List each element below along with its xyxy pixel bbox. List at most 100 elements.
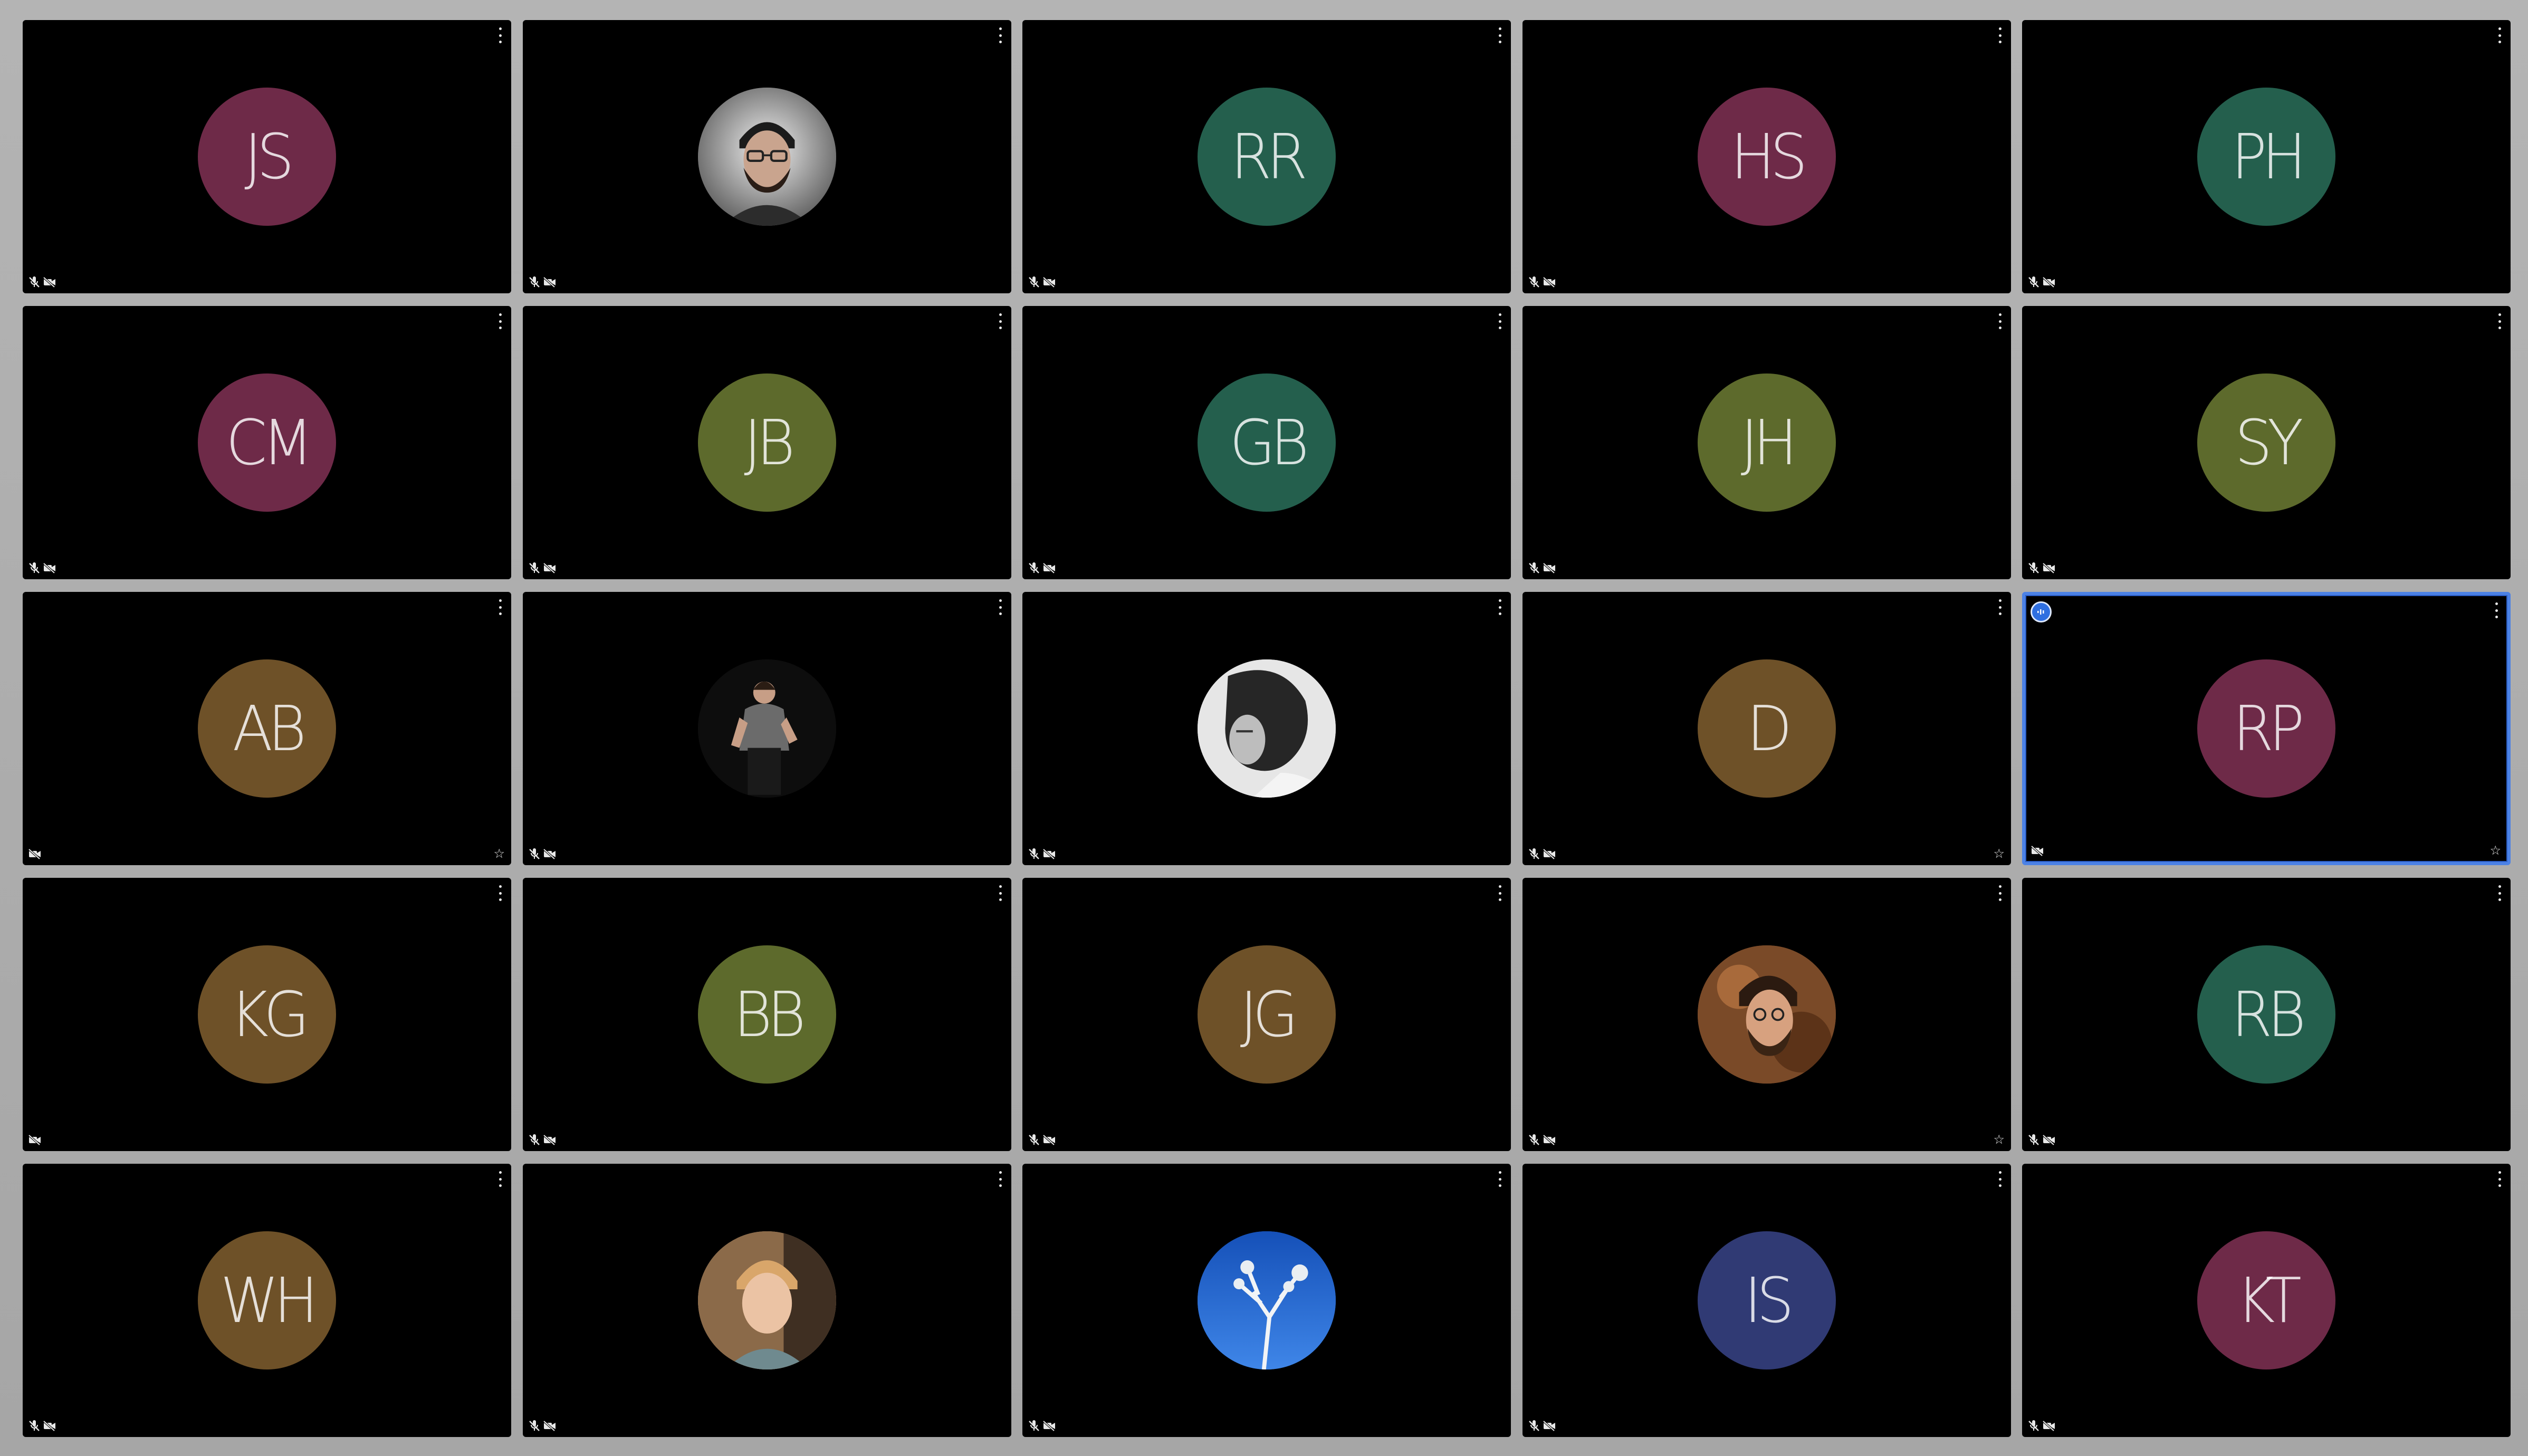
participant-tile[interactable]: BB: [523, 878, 1011, 1151]
avatar-initials: HS: [1698, 88, 1836, 226]
more-vert-icon[interactable]: [2493, 602, 2500, 618]
avatar-photo: [698, 1231, 836, 1369]
media-status: [528, 848, 557, 860]
more-vert-icon[interactable]: [997, 1171, 1004, 1187]
videocam-off-icon: [43, 1420, 56, 1432]
participant-initials: AB: [232, 692, 307, 765]
more-vert-icon[interactable]: [997, 885, 1004, 901]
mic-off-icon: [2027, 276, 2040, 288]
participant-tile[interactable]: IS: [1522, 1164, 2011, 1437]
participant-tile[interactable]: AB ☆: [23, 592, 511, 865]
star-outline-icon[interactable]: ☆: [1993, 1133, 2005, 1146]
participant-tile[interactable]: D ☆: [1522, 592, 2011, 865]
media-status: [2027, 276, 2056, 288]
videocam-off-icon: [2042, 1420, 2056, 1432]
media-status: [28, 848, 42, 860]
videocam-off-icon: [2031, 845, 2044, 857]
participant-initials: BB: [733, 978, 806, 1051]
participant-tile[interactable]: RP ☆: [2022, 592, 2511, 865]
more-vert-icon[interactable]: [2496, 885, 2503, 901]
participant-initials: JB: [744, 406, 795, 479]
videocam-off-icon: [543, 848, 557, 860]
more-vert-icon[interactable]: [1496, 1171, 1504, 1187]
more-vert-icon[interactable]: [1496, 313, 1504, 329]
more-vert-icon[interactable]: [1996, 1171, 2004, 1187]
media-status: [1028, 1134, 1056, 1146]
participant-tile[interactable]: GB: [1022, 306, 1511, 579]
videocam-off-icon: [1042, 562, 1056, 574]
more-vert-icon[interactable]: [1496, 599, 1504, 615]
participant-tile[interactable]: [523, 1164, 1011, 1437]
media-status: [28, 1134, 42, 1146]
videocam-off-icon: [2042, 562, 2056, 574]
participant-tile[interactable]: JS: [23, 20, 511, 293]
participant-grid: JS RR HS PH CM JB GB JH SY AB ☆ D ☆ RP ☆ KG BB JG ☆ RB WH IS K…: [0, 0, 2528, 1456]
more-vert-icon[interactable]: [1996, 27, 2004, 43]
avatar-initials: KT: [2197, 1231, 2335, 1369]
mic-off-icon: [28, 562, 41, 574]
more-vert-icon[interactable]: [1496, 885, 1504, 901]
media-status: [528, 562, 557, 574]
participant-tile[interactable]: JG: [1022, 878, 1511, 1151]
more-vert-icon[interactable]: [496, 27, 504, 43]
more-vert-icon[interactable]: [2496, 1171, 2503, 1187]
more-vert-icon[interactable]: [496, 1171, 504, 1187]
mic-off-icon: [528, 276, 541, 288]
more-vert-icon[interactable]: [1996, 313, 2004, 329]
avatar-initials: D: [1698, 659, 1836, 798]
media-status: [1028, 848, 1056, 860]
participant-tile[interactable]: [523, 20, 1011, 293]
mic-off-icon: [28, 276, 41, 288]
participant-tile[interactable]: [1022, 592, 1511, 865]
more-vert-icon[interactable]: [1996, 885, 2004, 901]
more-vert-icon[interactable]: [2496, 27, 2503, 43]
participant-tile[interactable]: SY: [2022, 306, 2511, 579]
star-outline-icon[interactable]: ☆: [493, 847, 505, 860]
more-vert-icon[interactable]: [1496, 27, 1504, 43]
avatar-initials: JH: [1698, 373, 1836, 512]
avatar-initials: KG: [198, 945, 336, 1084]
avatar-initials: RP: [2197, 659, 2335, 798]
more-vert-icon[interactable]: [1996, 599, 2004, 615]
videocam-off-icon: [2042, 276, 2056, 288]
participant-tile[interactable]: [1022, 1164, 1511, 1437]
more-vert-icon[interactable]: [496, 313, 504, 329]
star-outline-icon[interactable]: ☆: [1993, 847, 2005, 860]
videocam-off-icon: [543, 562, 557, 574]
avatar-initials: CM: [198, 373, 336, 512]
more-vert-icon[interactable]: [997, 599, 1004, 615]
participant-tile[interactable]: KT: [2022, 1164, 2511, 1437]
avatar-photo: [1198, 1231, 1336, 1369]
more-vert-icon[interactable]: [496, 885, 504, 901]
avatar-photo: [698, 88, 836, 226]
participant-initials: PH: [2231, 120, 2306, 193]
media-status: [528, 1134, 557, 1146]
participant-initials: KT: [2236, 1264, 2302, 1337]
participant-tile[interactable]: PH: [2022, 20, 2511, 293]
videocam-off-icon: [1543, 276, 1556, 288]
mic-off-icon: [528, 562, 541, 574]
participant-tile[interactable]: CM: [23, 306, 511, 579]
participant-initials: HS: [1730, 120, 1808, 193]
star-outline-icon[interactable]: ☆: [2489, 844, 2501, 857]
participant-tile[interactable]: RB: [2022, 878, 2511, 1151]
more-vert-icon[interactable]: [997, 313, 1004, 329]
media-status: [1528, 276, 1556, 288]
videocam-off-icon: [1042, 848, 1056, 860]
participant-tile[interactable]: JB: [523, 306, 1011, 579]
mic-off-icon: [1528, 1420, 1540, 1432]
more-vert-icon[interactable]: [2496, 313, 2503, 329]
participant-tile[interactable]: [523, 592, 1011, 865]
avatar-photo: [1198, 659, 1336, 798]
participant-tile[interactable]: HS: [1522, 20, 2011, 293]
videocam-off-icon: [1543, 1134, 1556, 1146]
participant-tile[interactable]: ☆: [1522, 878, 2011, 1151]
more-vert-icon[interactable]: [496, 599, 504, 615]
participant-tile[interactable]: JH: [1522, 306, 2011, 579]
participant-tile[interactable]: WH: [23, 1164, 511, 1437]
participant-initials: WH: [220, 1264, 319, 1337]
media-status: [1528, 1420, 1556, 1432]
participant-tile[interactable]: RR: [1022, 20, 1511, 293]
more-vert-icon[interactable]: [997, 27, 1004, 43]
participant-tile[interactable]: KG: [23, 878, 511, 1151]
